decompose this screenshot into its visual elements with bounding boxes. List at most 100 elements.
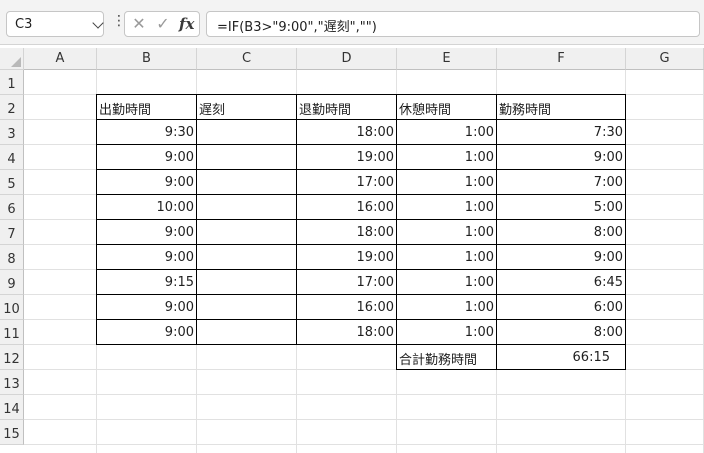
table-cell[interactable] — [197, 170, 297, 195]
table-cell[interactable]: 9:30 — [97, 120, 197, 145]
table-cell[interactable]: 8:00 — [497, 320, 626, 345]
column-header[interactable]: D — [297, 48, 397, 70]
table-cell[interactable] — [197, 320, 297, 345]
table-cell[interactable]: 6:45 — [497, 270, 626, 295]
insert-function-icon[interactable]: fx — [179, 15, 194, 33]
table-cell[interactable]: 18:00 — [297, 220, 397, 245]
table-cell[interactable]: 9:00 — [97, 170, 197, 195]
select-all-button[interactable] — [0, 48, 24, 70]
table-cell[interactable]: 19:00 — [297, 245, 397, 270]
table-cell[interactable]: 9:15 — [97, 270, 197, 295]
table-header-cell[interactable]: 勤務時間 — [497, 95, 626, 120]
table-border — [96, 95, 97, 345]
enter-icon[interactable]: ✓ — [153, 14, 173, 34]
row-header[interactable]: 10 — [0, 295, 24, 320]
name-box[interactable]: C3 — [6, 11, 104, 37]
row-header[interactable]: 12 — [0, 345, 24, 370]
column-header[interactable]: A — [24, 48, 97, 70]
table-cell[interactable] — [197, 245, 297, 270]
row-header[interactable]: 13 — [0, 370, 24, 395]
table-cell[interactable]: 1:00 — [397, 295, 497, 320]
table-header-cell[interactable]: 出勤時間 — [97, 95, 197, 120]
table-cell[interactable]: 18:00 — [297, 320, 397, 345]
table-border — [496, 95, 497, 345]
table-border — [396, 345, 397, 370]
table-cell[interactable] — [197, 270, 297, 295]
table-cell[interactable]: 1:00 — [397, 195, 497, 220]
table-cell[interactable] — [197, 295, 297, 320]
table-cell[interactable]: 9:00 — [97, 145, 197, 170]
row-header[interactable]: 3 — [0, 120, 24, 145]
row-header[interactable]: 1 — [0, 70, 24, 95]
table-cell[interactable]: 9:00 — [97, 295, 197, 320]
table-cell[interactable]: 17:00 — [297, 170, 397, 195]
table-cell[interactable]: 18:00 — [297, 120, 397, 145]
row-header[interactable]: 15 — [0, 420, 24, 445]
table-cell[interactable] — [197, 120, 297, 145]
row-header[interactable]: 8 — [0, 245, 24, 270]
table-cell[interactable]: 1:00 — [397, 270, 497, 295]
table-border — [96, 169, 626, 170]
table-cell[interactable]: 17:00 — [297, 270, 397, 295]
spreadsheet-grid: A B C D E F G 1 2 3 4 5 6 7 8 9 10 11 12 13 14 15 出勤時間 遅刻 退勤時間 休憩… — [0, 48, 704, 453]
table-cell[interactable]: 16:00 — [297, 295, 397, 320]
row-header[interactable]: 5 — [0, 170, 24, 195]
table-cell[interactable]: 1:00 — [397, 170, 497, 195]
table-border — [96, 344, 626, 345]
row-header[interactable]: 2 — [0, 95, 24, 120]
row-header[interactable]: 6 — [0, 195, 24, 220]
table-border — [96, 269, 626, 270]
table-cell[interactable]: 8:00 — [497, 220, 626, 245]
formula-bar: C3 ⋮ ✕ ✓ fx =IF(B3>"9:00","遅刻","") — [0, 0, 704, 45]
table-border — [396, 95, 397, 345]
table-border — [96, 294, 626, 295]
table-cell[interactable]: 7:00 — [497, 170, 626, 195]
table-cell[interactable]: 7:30 — [497, 120, 626, 145]
table-cell[interactable] — [197, 220, 297, 245]
column-header[interactable]: C — [197, 48, 297, 70]
table-cell[interactable]: 1:00 — [397, 220, 497, 245]
table-border — [196, 95, 197, 345]
table-cell[interactable]: 9:00 — [497, 245, 626, 270]
row-header[interactable]: 11 — [0, 320, 24, 345]
table-cell[interactable]: 10:00 — [97, 195, 197, 220]
total-label-cell[interactable]: 合計勤務時間 — [397, 345, 497, 370]
cancel-icon[interactable]: ✕ — [129, 14, 149, 34]
formula-input[interactable]: =IF(B3>"9:00","遅刻","") — [206, 11, 700, 37]
table-border — [625, 95, 626, 345]
table-cell[interactable]: 5:00 — [497, 195, 626, 220]
column-header[interactable]: G — [626, 48, 704, 70]
gridline — [24, 419, 704, 420]
table-cell[interactable]: 1:00 — [397, 120, 497, 145]
table-header-cell[interactable]: 退勤時間 — [297, 95, 397, 120]
table-cell[interactable]: 16:00 — [297, 195, 397, 220]
table-cell[interactable] — [197, 145, 297, 170]
table-border — [496, 345, 497, 370]
table-cell[interactable]: 9:00 — [97, 220, 197, 245]
table-cell[interactable]: 6:00 — [497, 295, 626, 320]
table-cell[interactable]: 1:00 — [397, 145, 497, 170]
table-border — [96, 319, 626, 320]
table-border — [96, 244, 626, 245]
table-cell[interactable]: 1:00 — [397, 320, 497, 345]
table-cell[interactable]: 1:00 — [397, 245, 497, 270]
row-header[interactable]: 14 — [0, 395, 24, 420]
row-header[interactable]: 4 — [0, 145, 24, 170]
formula-buttons: ✕ ✓ fx — [124, 11, 200, 37]
table-border — [296, 95, 297, 345]
table-cell[interactable]: 9:00 — [97, 245, 197, 270]
table-header-cell[interactable]: 休憩時間 — [397, 95, 497, 120]
row-header[interactable]: 9 — [0, 270, 24, 295]
column-header[interactable]: F — [497, 48, 626, 70]
table-cell[interactable]: 9:00 — [97, 320, 197, 345]
column-header[interactable]: B — [97, 48, 197, 70]
column-header[interactable]: E — [397, 48, 497, 70]
table-header-cell[interactable]: 遅刻 — [197, 95, 297, 120]
table-cell[interactable] — [197, 195, 297, 220]
table-cell[interactable]: 9:00 — [497, 145, 626, 170]
total-value-cell[interactable]: 66:15 — [497, 345, 626, 370]
gridline — [24, 444, 704, 445]
chevron-down-icon[interactable] — [92, 17, 104, 29]
table-cell[interactable]: 19:00 — [297, 145, 397, 170]
row-header[interactable]: 7 — [0, 220, 24, 245]
